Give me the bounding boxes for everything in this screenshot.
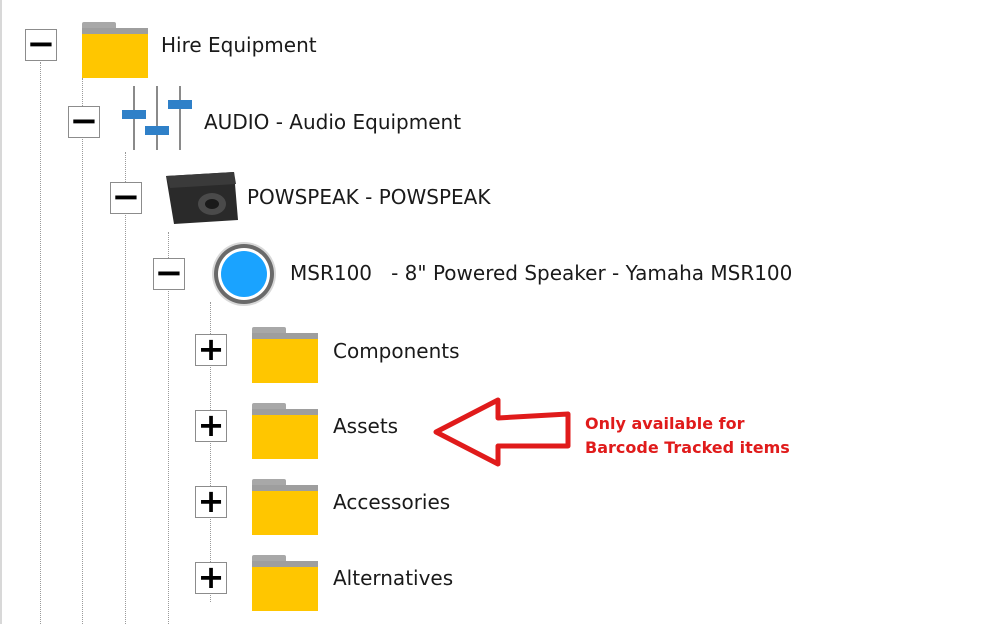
- folder-icon: [252, 555, 318, 611]
- expand-toggle-assets[interactable]: +: [195, 409, 227, 442]
- tree-node-alternatives[interactable]: Alternatives: [333, 566, 453, 590]
- tree-node-components[interactable]: Components: [333, 339, 460, 363]
- collapse-toggle-powspeak[interactable]: −: [110, 180, 142, 214]
- expand-toggle-accessories[interactable]: +: [195, 485, 227, 518]
- expand-toggle-alternatives[interactable]: +: [195, 561, 227, 594]
- tree-node-powspeak[interactable]: POWSPEAK - POWSPEAK: [247, 185, 490, 209]
- tree-view: − Hire Equipment − AUDIO - Audio Equipme…: [0, 0, 994, 624]
- mixer-sliders-icon: [122, 86, 192, 150]
- tree-node-accessories[interactable]: Accessories: [333, 490, 450, 514]
- speaker-icon: [166, 172, 238, 224]
- tree-connector-line: [40, 62, 41, 624]
- tree-connector-line: [82, 78, 83, 624]
- tree-node-hire-equipment[interactable]: Hire Equipment: [161, 33, 317, 57]
- expand-toggle-components[interactable]: +: [195, 333, 227, 366]
- folder-icon: [252, 479, 318, 535]
- left-arrow-icon: [433, 397, 571, 467]
- blue-circle-icon: [212, 242, 276, 306]
- annotation-callout: Only available for Barcode Tracked items: [585, 412, 790, 460]
- collapse-toggle-audio[interactable]: −: [68, 104, 100, 138]
- folder-icon: [252, 327, 318, 383]
- tree-node-audio[interactable]: AUDIO - Audio Equipment: [204, 110, 461, 134]
- annotation-line-1: Only available for: [585, 414, 745, 433]
- collapse-toggle-msr100[interactable]: −: [153, 256, 185, 290]
- tree-node-assets[interactable]: Assets: [333, 414, 398, 438]
- tree-connector-line: [125, 152, 126, 624]
- collapse-toggle-hire-equipment[interactable]: −: [25, 27, 57, 61]
- annotation-line-2: Barcode Tracked items: [585, 438, 790, 457]
- folder-icon: [252, 403, 318, 459]
- tree-node-msr100[interactable]: MSR100 - 8" Powered Speaker - Yamaha MSR…: [290, 261, 792, 285]
- folder-icon: [82, 22, 148, 78]
